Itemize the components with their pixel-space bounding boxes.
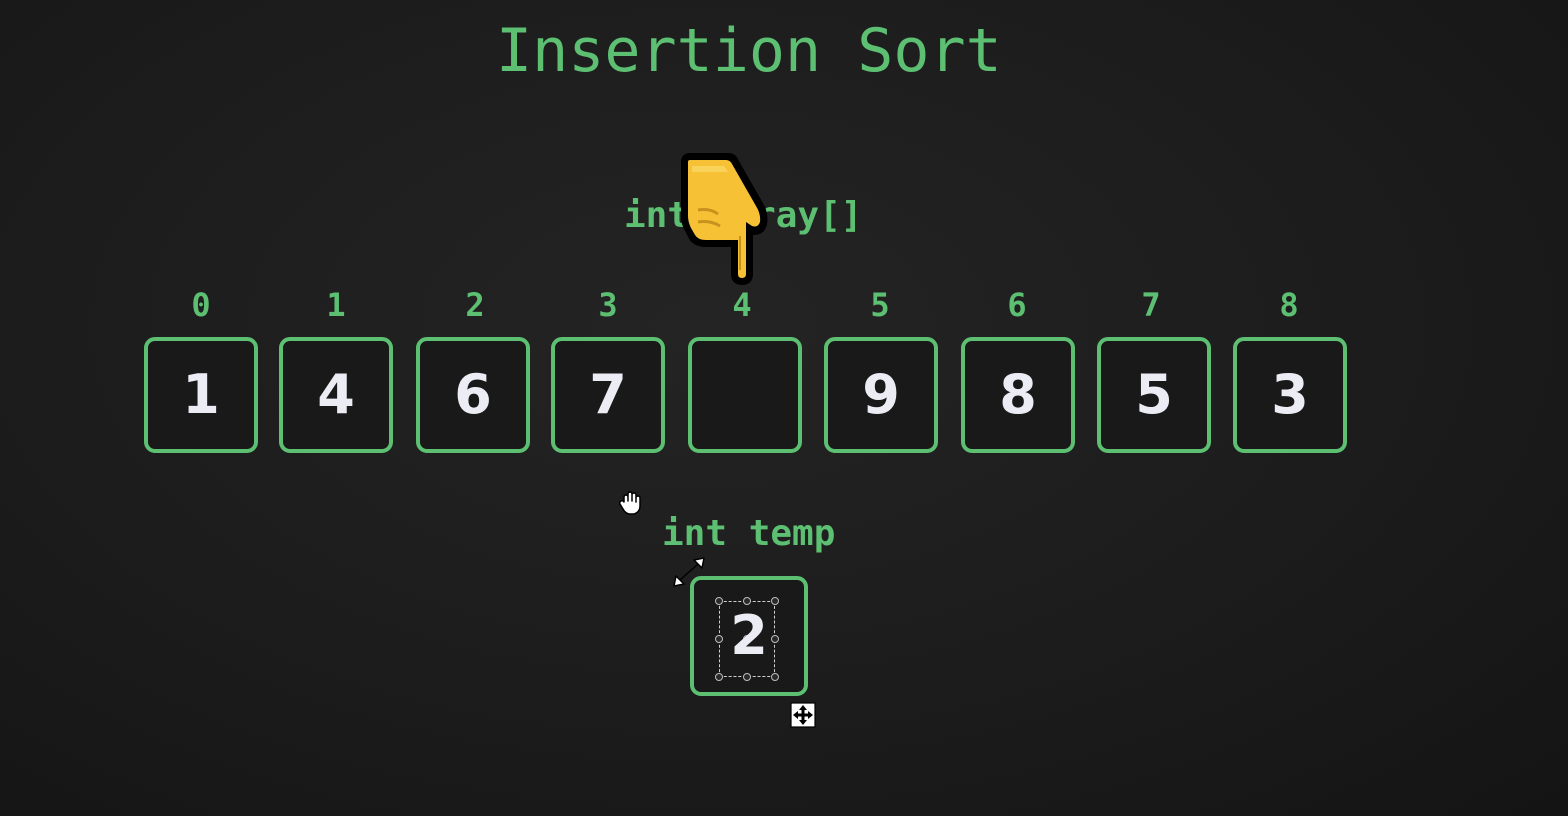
array-index-1: 1 [326,286,346,324]
resize-handle[interactable] [771,635,779,643]
array-cell-2[interactable]: 6 [416,337,530,453]
array-cell-value: 8 [999,363,1037,426]
temp-value: 2 [730,604,768,667]
array-cell-6[interactable]: 8 [961,337,1075,453]
resize-handle[interactable] [743,673,751,681]
array-cell-0[interactable]: 1 [144,337,258,453]
array-cell-value: 3 [1271,363,1309,426]
array-cell-4[interactable] [688,337,802,453]
array-cell-7[interactable]: 5 [1097,337,1211,453]
move-cursor-icon [790,702,816,728]
temp-cell[interactable]: 2 [690,576,808,696]
array-cell-value: 1 [182,363,220,426]
array-cell-3[interactable]: 7 [551,337,665,453]
array-cell-5[interactable]: 9 [824,337,938,453]
array-index-6: 6 [1007,286,1027,324]
array-cell-value: 5 [1135,363,1173,426]
pointing-down-hand-icon [681,153,768,285]
array-index-2: 2 [465,286,485,324]
resize-handle[interactable] [715,673,723,681]
resize-handle[interactable] [715,597,723,605]
array-index-4: 4 [732,286,752,324]
array-cell-value: 6 [454,363,492,426]
resize-handle[interactable] [771,597,779,605]
array-cell-value: 9 [862,363,900,426]
array-index-8: 8 [1279,286,1299,324]
diagonal-resize-cursor-icon [673,557,705,587]
resize-handle[interactable] [771,673,779,681]
grab-hand-cursor-icon [618,491,641,515]
array-cell-1[interactable]: 4 [279,337,393,453]
array-index-0: 0 [191,286,211,324]
array-index-3: 3 [598,286,618,324]
array-cell-value: 7 [589,363,627,426]
array-index-7: 7 [1141,286,1161,324]
page-title: Insertion Sort [496,16,1002,86]
array-index-5: 5 [870,286,890,324]
resize-handle[interactable] [715,635,723,643]
array-cell-value: 4 [317,363,355,426]
temp-label: int temp [662,513,836,554]
array-cell-8[interactable]: 3 [1233,337,1347,453]
